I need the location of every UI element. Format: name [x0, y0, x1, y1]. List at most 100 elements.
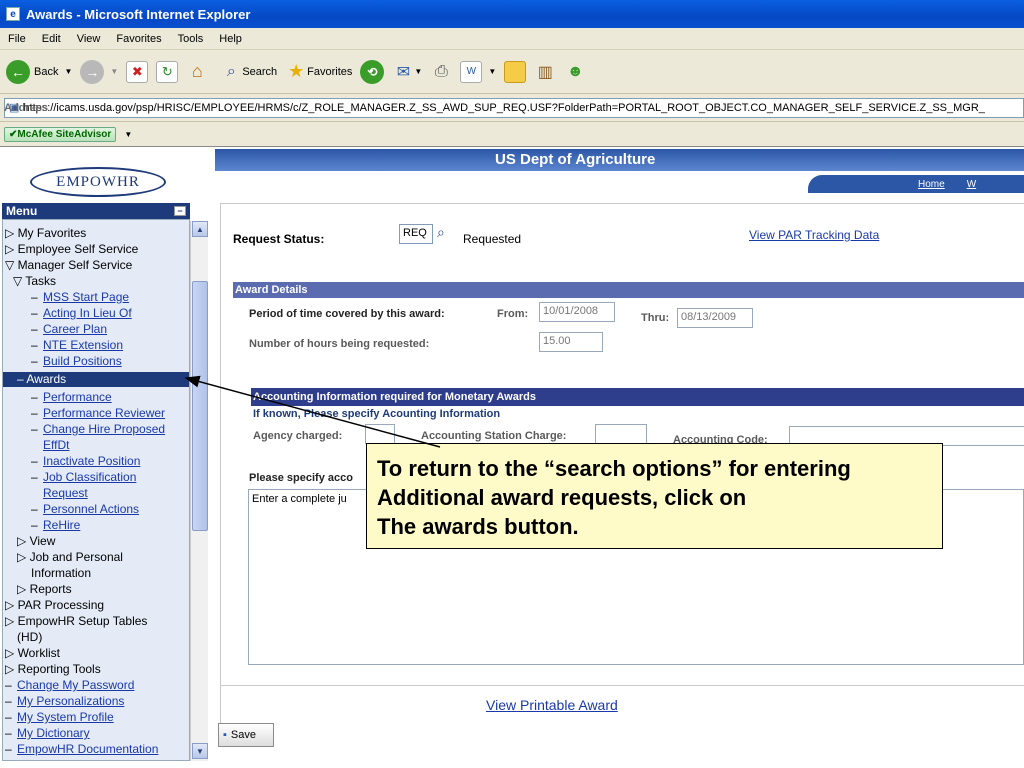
hours-field[interactable]: 15.00	[539, 332, 603, 352]
menu-file[interactable]: File	[0, 33, 34, 45]
mail-button[interactable]: ✉ ▼	[392, 61, 423, 83]
messenger-icon: ☻	[566, 62, 584, 80]
menu-item-tasks[interactable]: ▽ Tasks	[13, 274, 56, 288]
request-status-input[interactable]: REQ	[399, 224, 433, 244]
mcafee-siteadvisor-button[interactable]: ✔McAfee SiteAdvisor	[4, 126, 117, 142]
mcafee-bar: ✔McAfee SiteAdvisor ▼	[0, 122, 1024, 146]
accounting-header: Accounting Information required for Mone…	[251, 388, 1024, 406]
from-date-field[interactable]: 10/01/2008	[539, 302, 615, 322]
menu-item-mss-start-page[interactable]: MSS Start Page	[43, 290, 129, 304]
lookup-search-icon[interactable]: ⌕	[437, 224, 445, 241]
menu-item-empowhr-documentation[interactable]: EmpowHR Documentation	[17, 742, 158, 756]
home-link[interactable]: Home	[918, 179, 945, 190]
menu-item-my-favorites[interactable]: ▷ My Favorites	[5, 226, 86, 240]
dropdown-arrow-icon[interactable]: ▼	[124, 130, 132, 139]
history-icon: ⟲	[360, 59, 385, 84]
request-status-label: Request Status:	[233, 232, 325, 246]
refresh-button[interactable]: ↻	[156, 60, 179, 83]
menu-item-par-processing[interactable]: ▷ PAR Processing	[5, 598, 104, 612]
menu-help[interactable]: Help	[211, 33, 250, 45]
home-icon: ⌂	[191, 61, 203, 81]
menu-edit[interactable]: Edit	[34, 33, 69, 45]
menu-item-personnel-actions[interactable]: Personnel Actions	[43, 502, 139, 516]
word-icon: W	[460, 60, 483, 83]
menu-item-my-personalizations[interactable]: My Personalizations	[17, 694, 124, 708]
menu-item-worklist[interactable]: ▷ Worklist	[5, 646, 60, 660]
menu-item-career-plan[interactable]: Career Plan	[43, 322, 107, 336]
header-nav: Home W	[808, 175, 1024, 193]
search-icon: ⌕	[226, 62, 236, 80]
minimize-menu-icon[interactable]: −	[174, 206, 186, 216]
menu-item-employee-self-service[interactable]: ▷ Employee Self Service	[5, 242, 138, 256]
back-button[interactable]: ← Back ▼	[6, 59, 72, 84]
menu-item-my-system-profile[interactable]: My System Profile	[17, 710, 114, 724]
favorites-button[interactable]: ★ Favorites	[285, 61, 352, 83]
menu-item-awards[interactable]: – Awards	[3, 372, 189, 387]
menu-item-change-hire-proposed[interactable]: Change Hire Proposed	[43, 422, 165, 436]
view-par-tracking-link[interactable]: View PAR Tracking Data	[749, 228, 879, 242]
history-button[interactable]: ⟲	[360, 59, 385, 84]
menu-item-inactivate-position[interactable]: Inactivate Position	[43, 454, 140, 468]
worklist-link[interactable]: W	[967, 179, 976, 190]
research-button[interactable]: ▥	[534, 61, 556, 83]
station-charge-label: Accounting Station Charge:	[421, 430, 567, 442]
menu-item-acting-in-lieu-of[interactable]: Acting In Lieu Of	[43, 306, 132, 320]
menu-item-build-positions[interactable]: Build Positions	[43, 354, 122, 368]
browser-toolbar: ← Back ▼ → ▼ ✖ ↻ ⌂ ⌕ Search ★ Favorites …	[0, 50, 1024, 94]
menu-item-manager-self-service[interactable]: ▽ Manager Self Service	[5, 258, 132, 272]
menu-item-empowhr-setup-tables-hd[interactable]: (HD)	[17, 630, 42, 644]
menu-item-job-classification[interactable]: Job Classification	[43, 470, 136, 484]
dropdown-arrow-icon: ▼	[414, 67, 423, 76]
menu-item-reports[interactable]: ▷ Reports	[17, 582, 72, 596]
agency-charged-label: Agency charged:	[253, 430, 343, 442]
menu-item-performance[interactable]: Performance	[43, 390, 112, 404]
thru-date-field[interactable]: 08/13/2009	[677, 308, 753, 328]
edit-button[interactable]: W ▼	[460, 60, 496, 83]
address-input[interactable]: ▣ https://icams.usda.gov/psp/HRISC/EMPLO…	[4, 97, 1024, 118]
menu-title: Menu	[6, 204, 38, 218]
menu-item-nte-extension[interactable]: NTE Extension	[43, 338, 123, 352]
menu-item-rehire[interactable]: ReHire	[43, 518, 80, 532]
agency-charged-field[interactable]	[365, 424, 395, 444]
window-title: Awards - Microsoft Internet Explorer	[26, 6, 251, 22]
search-button[interactable]: ⌕ Search	[220, 61, 277, 83]
menu-item-change-my-password[interactable]: Change My Password	[17, 678, 134, 692]
stop-button[interactable]: ✖	[126, 60, 149, 83]
folder-button[interactable]	[504, 60, 527, 83]
back-arrow-icon: ←	[6, 59, 30, 84]
view-printable-award-link[interactable]: View Printable Award	[486, 697, 618, 713]
scroll-down-icon[interactable]: ▼	[192, 743, 208, 759]
hours-label: Number of hours being requested:	[249, 338, 430, 350]
menu-item-job-classification-request[interactable]: Request	[43, 486, 88, 500]
menu-item-reporting-tools[interactable]: ▷ Reporting Tools	[5, 662, 101, 676]
menu-item-job-and-personal-information[interactable]: Information	[31, 566, 91, 580]
print-button[interactable]: ⎙	[430, 61, 452, 83]
menu-view[interactable]: View	[69, 33, 109, 45]
scroll-up-icon[interactable]: ▲	[192, 221, 208, 237]
menu-item-change-hire-proposed-effdt[interactable]: EffDt	[43, 438, 69, 452]
star-icon: ★	[288, 61, 305, 81]
scroll-thumb[interactable]	[192, 281, 208, 531]
menu-item-my-dictionary[interactable]: My Dictionary	[17, 726, 90, 740]
menu-bar: File Edit View Favorites Tools Help	[0, 28, 1024, 50]
address-url: https://icams.usda.gov/psp/HRISC/EMPLOYE…	[23, 101, 985, 114]
mail-icon: ✉	[396, 63, 411, 81]
menu-item-view[interactable]: ▷ View	[17, 534, 55, 548]
home-button[interactable]: ⌂	[186, 61, 208, 83]
menu-favorites[interactable]: Favorites	[108, 33, 169, 45]
justification-label: Please specify acco	[249, 472, 353, 484]
menu-tools[interactable]: Tools	[170, 33, 212, 45]
folder-icon	[504, 60, 527, 83]
nav-menu: ▷ My Favorites ▷ Employee Self Service ▽…	[2, 219, 190, 761]
menu-item-empowhr-setup-tables[interactable]: ▷ EmpowHR Setup Tables	[5, 614, 147, 628]
save-button[interactable]: ▪ Save	[218, 723, 274, 747]
station-charge-field[interactable]	[595, 424, 647, 444]
menu-item-performance-reviewer[interactable]: Performance Reviewer	[43, 406, 165, 420]
forward-button[interactable]: → ▼	[80, 59, 119, 84]
empowhr-logo: EMPOWHR	[30, 167, 166, 197]
dropdown-arrow-icon: ▼	[110, 67, 119, 76]
menu-item-job-and-personal[interactable]: ▷ Job and Personal	[17, 550, 123, 564]
messenger-button[interactable]: ☻	[564, 61, 586, 83]
request-status-text: Requested	[463, 232, 522, 246]
menu-scrollbar[interactable]: ▲ ▼	[190, 221, 208, 761]
